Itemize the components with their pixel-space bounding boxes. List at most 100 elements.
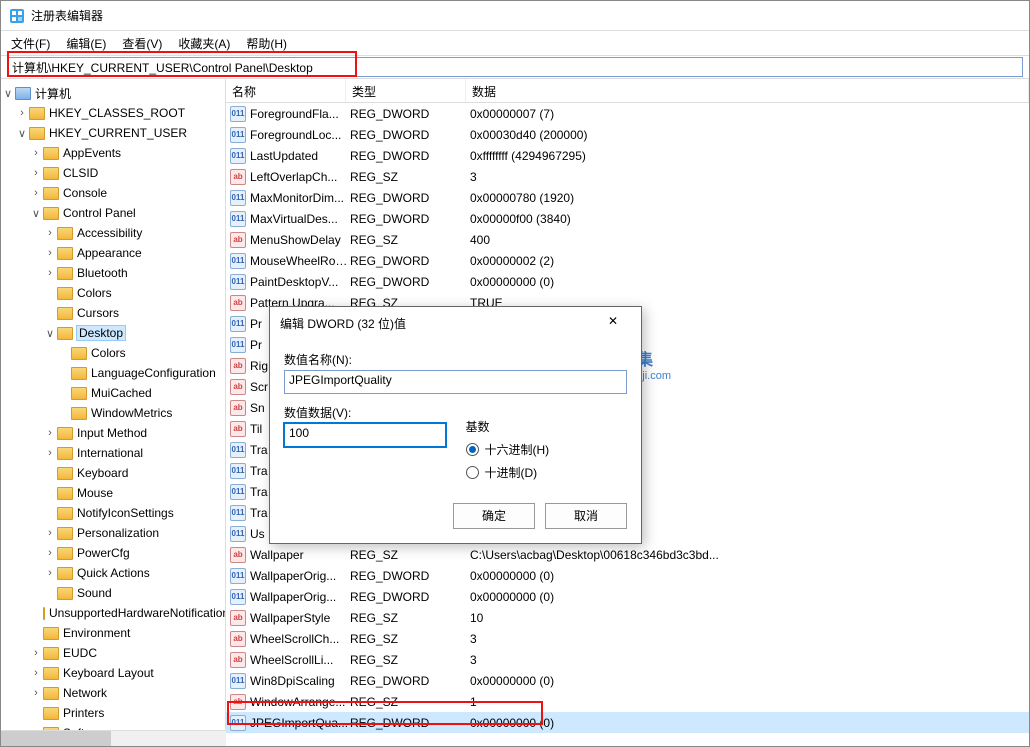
folder-icon [43, 207, 59, 220]
value-row[interactable]: 011 WallpaperOrig... REG_DWORD 0x0000000… [226, 565, 1029, 586]
tree-item[interactable]: Sound [1, 583, 225, 603]
expand-icon[interactable]: › [43, 547, 57, 559]
dword-icon: 011 [230, 316, 246, 332]
expand-icon[interactable]: › [43, 567, 57, 579]
tree-item[interactable]: › PowerCfg [1, 543, 225, 563]
tree-item[interactable]: › Network [1, 683, 225, 703]
tree-item[interactable]: LanguageConfiguration [1, 363, 225, 383]
value-row[interactable]: ab WheelScrollLi... REG_SZ 3 [226, 649, 1029, 670]
tree-item[interactable]: › Appearance [1, 243, 225, 263]
value-row[interactable]: 011 Win8DpiScaling REG_DWORD 0x00000000 … [226, 670, 1029, 691]
tree-item[interactable]: ∨ HKEY_CURRENT_USER [1, 123, 225, 143]
tree-item[interactable]: ∨ 计算机 [1, 83, 225, 103]
menu-favorites[interactable]: 收藏夹(A) [172, 33, 236, 54]
value-row[interactable]: 011 MaxVirtualDes... REG_DWORD 0x00000f0… [226, 208, 1029, 229]
radio-dec[interactable]: 十进制(D) [466, 464, 628, 481]
expand-icon[interactable]: ∨ [43, 327, 57, 340]
menu-help[interactable]: 帮助(H) [240, 33, 293, 54]
tree-item[interactable]: ∨ Control Panel [1, 203, 225, 223]
tree-item[interactable]: › Quick Actions [1, 563, 225, 583]
tree-item[interactable]: › Personalization [1, 523, 225, 543]
tree-item[interactable]: MuiCached [1, 383, 225, 403]
folder-icon [43, 647, 59, 660]
string-icon: ab [230, 652, 246, 668]
value-name-input[interactable]: JPEGImportQuality [284, 370, 627, 394]
value-row[interactable]: ab MenuShowDelay REG_SZ 400 [226, 229, 1029, 250]
tree-item[interactable]: › CLSID [1, 163, 225, 183]
tree-item[interactable]: › HKEY_CLASSES_ROOT [1, 103, 225, 123]
tree-item[interactable]: › Accessibility [1, 223, 225, 243]
expand-icon[interactable]: ∨ [29, 207, 43, 220]
menu-file[interactable]: 文件(F) [5, 33, 56, 54]
cancel-button[interactable]: 取消 [545, 503, 627, 529]
tree-item[interactable]: NotifyIconSettings [1, 503, 225, 523]
expand-icon[interactable]: › [43, 527, 57, 539]
expand-icon[interactable]: › [29, 687, 43, 699]
tree-view[interactable]: ∨ 计算机 › HKEY_CLASSES_ROOT ∨ HKEY_CURRENT… [1, 79, 226, 746]
dword-icon: 011 [230, 106, 246, 122]
dialog-close-button[interactable]: ✕ [595, 309, 631, 337]
tree-label: Keyboard [77, 466, 128, 480]
value-data-input[interactable]: 100 [284, 423, 446, 447]
value-row[interactable]: 011 WallpaperOrig... REG_DWORD 0x0000000… [226, 586, 1029, 607]
value-row[interactable]: 011 MaxMonitorDim... REG_DWORD 0x0000078… [226, 187, 1029, 208]
tree-item[interactable]: ∨ Desktop [1, 323, 225, 343]
ok-button[interactable]: 确定 [453, 503, 535, 529]
expand-icon[interactable]: › [43, 247, 57, 259]
value-name: ForegroundFla... [250, 107, 350, 121]
tree-item[interactable]: › Input Method [1, 423, 225, 443]
tree-item[interactable]: Mouse [1, 483, 225, 503]
tree-item[interactable]: › International [1, 443, 225, 463]
value-row[interactable]: 011 ForegroundFla... REG_DWORD 0x0000000… [226, 103, 1029, 124]
expand-icon[interactable]: ∨ [1, 87, 15, 100]
tree-label: PowerCfg [77, 546, 130, 560]
value-row[interactable]: 011 ForegroundLoc... REG_DWORD 0x00030d4… [226, 124, 1029, 145]
address-input[interactable]: 计算机\HKEY_CURRENT_USER\Control Panel\Desk… [7, 57, 1023, 77]
expand-icon[interactable]: › [29, 647, 43, 659]
dword-icon: 011 [230, 715, 246, 731]
tree-scrollbar[interactable] [1, 730, 226, 746]
tree-item[interactable]: Printers [1, 703, 225, 723]
tree-item[interactable]: Colors [1, 283, 225, 303]
expand-icon[interactable]: › [15, 107, 29, 119]
col-type[interactable]: 类型 [346, 79, 466, 102]
string-icon: ab [230, 400, 246, 416]
expand-icon[interactable]: › [29, 147, 43, 159]
dword-icon: 011 [230, 505, 246, 521]
menu-edit[interactable]: 编辑(E) [60, 33, 112, 54]
tree-item[interactable]: WindowMetrics [1, 403, 225, 423]
expand-icon[interactable]: ∨ [15, 127, 29, 140]
tree-item[interactable]: UnsupportedHardwareNotificationCache [1, 603, 225, 623]
value-row[interactable]: ab WheelScrollCh... REG_SZ 3 [226, 628, 1029, 649]
tree-label: AppEvents [63, 146, 121, 160]
value-row[interactable]: ab WallpaperStyle REG_SZ 10 [226, 607, 1029, 628]
radio-hex[interactable]: 十六进制(H) [466, 441, 628, 458]
value-row[interactable]: 011 LastUpdated REG_DWORD 0xffffffff (42… [226, 145, 1029, 166]
expand-icon[interactable]: › [29, 187, 43, 199]
tree-item[interactable]: › Keyboard Layout [1, 663, 225, 683]
tree-item[interactable]: › Console [1, 183, 225, 203]
expand-icon[interactable]: › [43, 447, 57, 459]
expand-icon[interactable]: › [29, 667, 43, 679]
value-row[interactable]: ab WindowArrange... REG_SZ 1 [226, 691, 1029, 712]
tree-item[interactable]: Colors [1, 343, 225, 363]
value-row[interactable]: ab LeftOverlapCh... REG_SZ 3 [226, 166, 1029, 187]
tree-item[interactable]: › Bluetooth [1, 263, 225, 283]
tree-item[interactable]: Environment [1, 623, 225, 643]
expand-icon[interactable]: › [43, 427, 57, 439]
tree-item[interactable]: Cursors [1, 303, 225, 323]
value-row[interactable]: 011 JPEGImportQua... REG_DWORD 0x0000000… [226, 712, 1029, 733]
tree-item[interactable]: › AppEvents [1, 143, 225, 163]
expand-icon[interactable]: › [29, 167, 43, 179]
col-name[interactable]: 名称 [226, 79, 346, 102]
value-row[interactable]: ab Wallpaper REG_SZ C:\Users\acbag\Deskt… [226, 544, 1029, 565]
value-row[interactable]: 011 MouseWheelRou... REG_DWORD 0x0000000… [226, 250, 1029, 271]
tree-item[interactable]: › EUDC [1, 643, 225, 663]
col-data[interactable]: 数据 [466, 79, 1029, 102]
expand-icon[interactable]: › [43, 267, 57, 279]
menu-view[interactable]: 查看(V) [116, 33, 168, 54]
value-row[interactable]: 011 PaintDesktopV... REG_DWORD 0x0000000… [226, 271, 1029, 292]
folder-icon [57, 427, 73, 440]
expand-icon[interactable]: › [43, 227, 57, 239]
tree-item[interactable]: Keyboard [1, 463, 225, 483]
